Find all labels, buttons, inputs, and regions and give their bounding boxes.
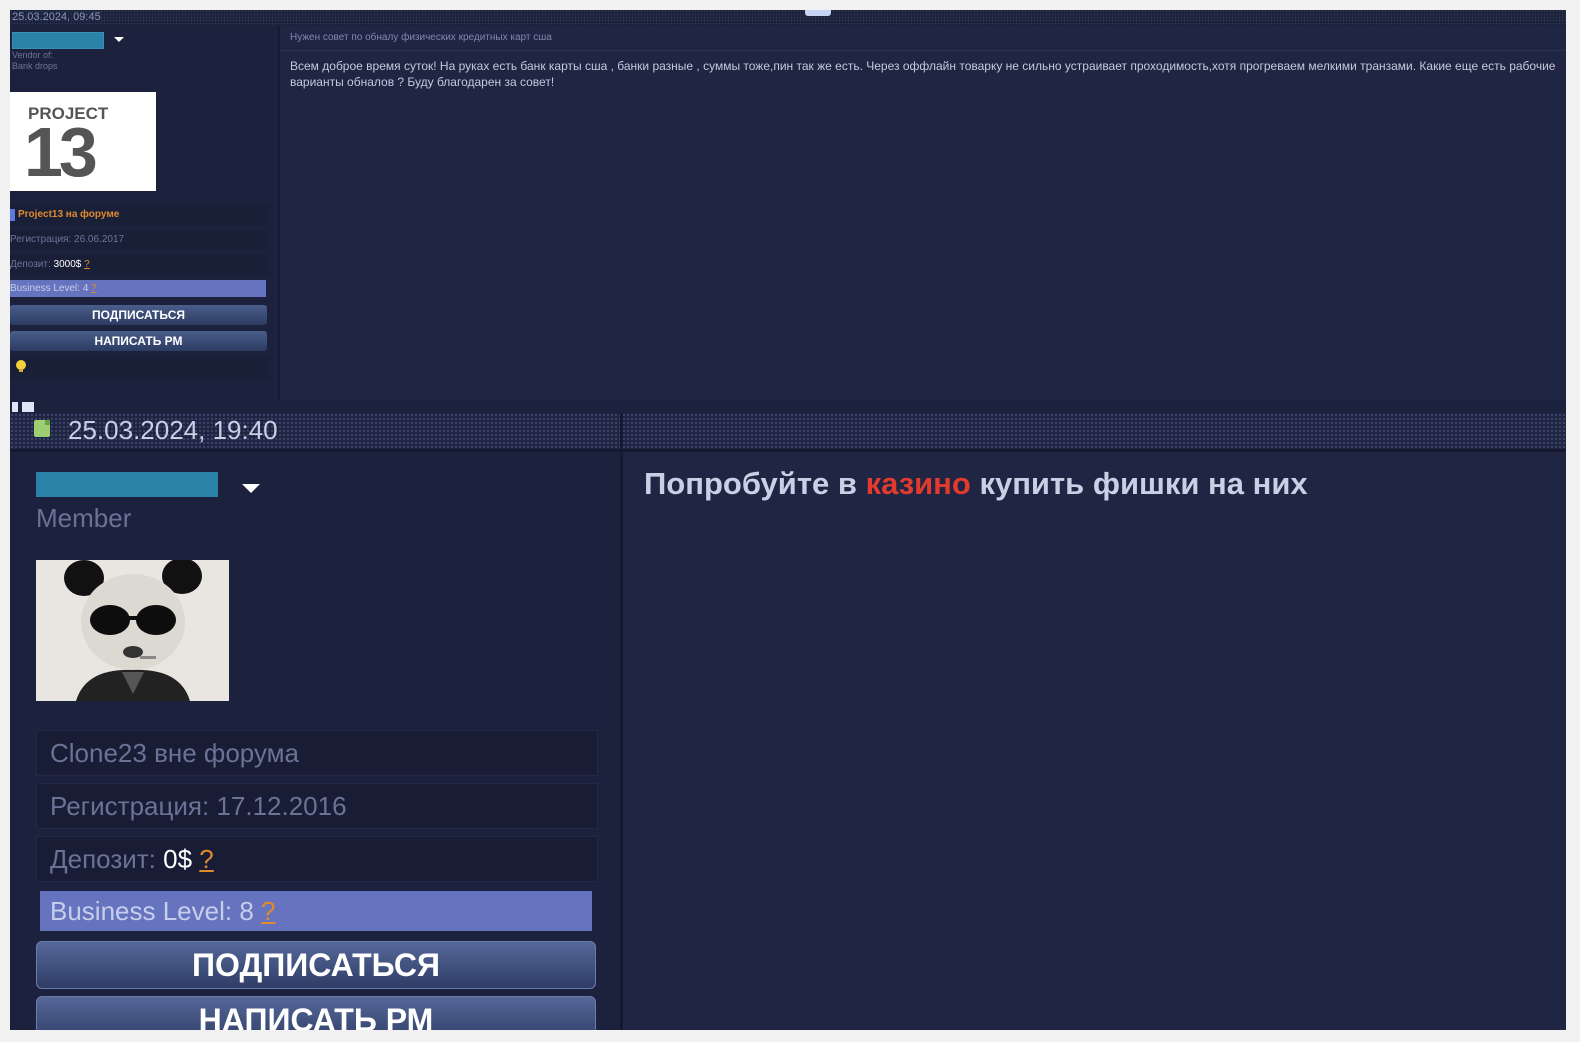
- post2-online-status[interactable]: Clone23 вне форума: [50, 738, 299, 768]
- post1-online-status-row: Project13 на форуме: [10, 205, 268, 225]
- post1-subject: Нужен совет по обналу физических кредитн…: [290, 32, 552, 43]
- post1-date-bar: [10, 10, 1566, 26]
- post1-date: 25.03.2024, 09:45: [12, 11, 101, 23]
- post2-message-end: купить фишки на них: [970, 466, 1308, 501]
- post1-deposit-label: Депозит:: [10, 259, 51, 270]
- post1-business-help-link[interactable]: ?: [91, 283, 97, 294]
- post1-write-pm-button[interactable]: НАПИСАТЬ РМ: [10, 331, 267, 351]
- report-flag-icon[interactable]: [12, 402, 34, 412]
- post1-reputation-row: [10, 357, 268, 379]
- caret-down-icon[interactable]: [242, 484, 260, 493]
- post2-registration: Регистрация: 17.12.2016: [50, 791, 347, 821]
- post1-subject-divider: [280, 50, 1566, 51]
- post1-user-subtitle: Bank drops: [12, 61, 58, 71]
- post1-business-level-label: Business Level:: [10, 283, 81, 294]
- forum-thread: 25.03.2024, 09:45 Vendor of: Bank drops …: [10, 10, 1566, 1030]
- post2-registration-row: Регистрация: 17.12.2016: [36, 783, 598, 829]
- post2-date-bar-divider: [620, 413, 623, 449]
- post2-deposit-help-link[interactable]: ?: [199, 844, 213, 874]
- avatar-logo-number: 13: [24, 113, 98, 191]
- post2-message: Попробуйте в казино купить фишки на них: [644, 464, 1308, 504]
- post2-deposit-value: 0$: [163, 844, 193, 874]
- post2-subscribe-button[interactable]: ПОДПИСАТЬСЯ: [36, 941, 596, 989]
- post2-message-panel: [623, 452, 1566, 1030]
- post1-business-level-value: 4: [82, 283, 89, 294]
- post2-message-highlight: казино: [865, 466, 971, 501]
- post2-message-start: Попробуйте в: [644, 466, 866, 501]
- lightbulb-icon[interactable]: [16, 360, 26, 372]
- post2-business-level-value: 8: [239, 896, 254, 926]
- post2-username-redacted[interactable]: [36, 472, 218, 497]
- post2-business-level: Business Level: 8 ?: [40, 891, 592, 931]
- post1-registration-row: Регистрация: 26.06.2017: [10, 230, 268, 250]
- post1-message: Всем доброе время суток! На руках есть б…: [290, 59, 1556, 89]
- post1-online-status[interactable]: Project13 на форуме: [10, 209, 119, 220]
- online-indicator-icon: [10, 209, 15, 221]
- panda-avatar-image: [36, 560, 229, 701]
- post1-registration: Регистрация: 26.06.2017: [10, 234, 125, 245]
- post1-deposit-help-link[interactable]: ?: [84, 259, 90, 270]
- document-icon: [34, 420, 50, 437]
- post1-deposit-value: 3000$: [53, 259, 82, 270]
- caret-down-icon[interactable]: [114, 37, 124, 42]
- post2-deposit-label: Депозит:: [50, 844, 156, 874]
- post1-username-redacted[interactable]: [12, 32, 104, 49]
- post2-deposit-row: Депозит: 0$ ?: [36, 836, 598, 882]
- post1-user-title: Vendor of:: [12, 50, 54, 60]
- post1-avatar[interactable]: PROJECT 13: [10, 92, 156, 191]
- post1-business-level: Business Level: 4 ?: [10, 280, 266, 297]
- post1-deposit-row: Депозит: 3000$ ?: [10, 255, 268, 275]
- post2-business-help-link[interactable]: ?: [261, 896, 275, 926]
- post2-date: 25.03.2024, 19:40: [68, 415, 278, 445]
- post1-subscribe-button[interactable]: ПОДПИСАТЬСЯ: [10, 305, 267, 325]
- post2-online-status-row: Clone23 вне форума: [36, 730, 598, 776]
- post2-avatar[interactable]: [36, 560, 229, 701]
- post1-scroll-handle[interactable]: [805, 10, 831, 16]
- post2-write-pm-button[interactable]: НАПИСАТЬ РМ: [36, 996, 596, 1030]
- post2-business-level-label: Business Level:: [50, 896, 233, 926]
- post2-user-title: Member: [36, 503, 132, 533]
- post1-footer: [10, 400, 1566, 412]
